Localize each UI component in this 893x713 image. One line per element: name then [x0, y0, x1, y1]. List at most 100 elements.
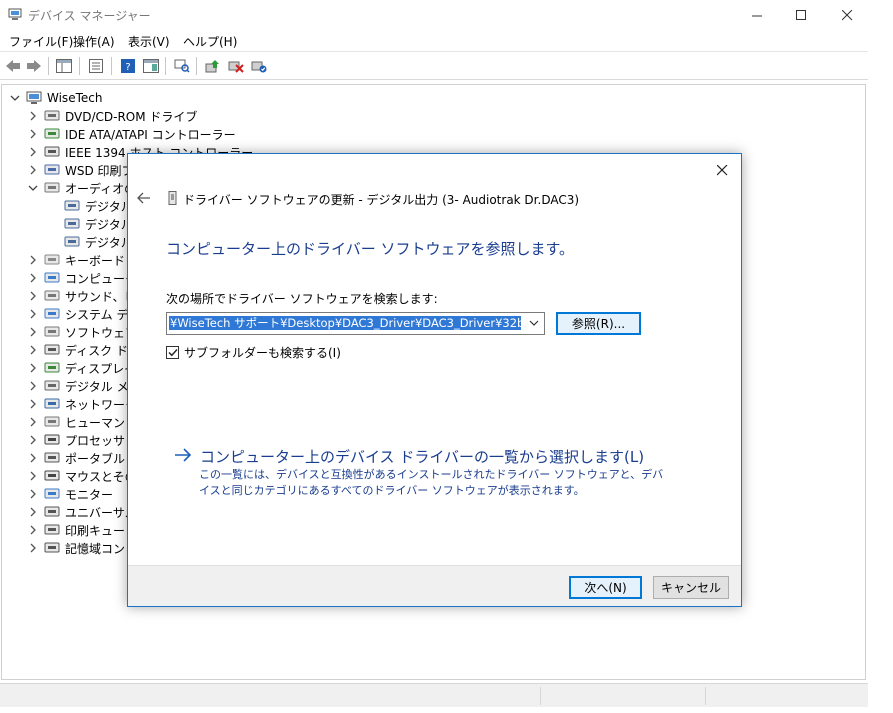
action-pane-icon[interactable] [141, 56, 161, 76]
title-bar: デバイス マネージャー [0, 0, 893, 30]
device-manager-icon [8, 7, 22, 24]
device-category-icon [44, 127, 60, 141]
menu-view[interactable]: 表示(V) [126, 33, 172, 50]
device-category-icon [44, 541, 60, 555]
tree-item-label: WSD 印刷プ [65, 163, 134, 178]
chevron-right-icon[interactable] [28, 417, 38, 427]
toolbar: ? [0, 52, 868, 80]
tree-item-label: 印刷キュー [65, 523, 126, 538]
chevron-down-icon[interactable] [524, 313, 544, 334]
chevron-right-icon[interactable] [28, 255, 38, 265]
chevron-right-icon[interactable] [28, 543, 38, 553]
back-arrow-button[interactable] [136, 190, 152, 206]
device-category-icon [44, 415, 60, 429]
device-category-icon [44, 325, 60, 339]
subfolder-option[interactable]: サブフォルダーも検索する(I) [166, 344, 341, 361]
device-category-icon [44, 361, 60, 375]
search-location-label: 次の場所でドライバー ソフトウェアを検索します: [166, 292, 438, 306]
tree-item-label: ユニバーサル [65, 505, 137, 520]
tree-category-item[interactable]: IDE ATA/ATAPI コントローラー [28, 125, 888, 143]
chevron-right-icon[interactable] [28, 165, 38, 175]
minimize-button[interactable] [734, 0, 780, 30]
back-arrow-icon[interactable] [3, 56, 23, 76]
tree-item-label: プロセッサ [65, 433, 126, 448]
scan-hardware-icon[interactable] [172, 56, 192, 76]
menu-help[interactable]: ヘルプ(H) [181, 33, 239, 50]
device-category-icon [44, 109, 60, 123]
svg-text:?: ? [125, 62, 130, 73]
chevron-right-icon[interactable] [28, 129, 38, 139]
cancel-button[interactable]: キャンセル [653, 576, 729, 599]
chevron-right-icon[interactable] [28, 507, 38, 517]
tree-item-label: デジタル [85, 235, 133, 250]
chevron-right-icon[interactable] [28, 111, 38, 121]
device-icon [168, 191, 177, 208]
menu-bar: ファイル(F) 操作(A) 表示(V) ヘルプ(H) [0, 30, 868, 52]
window-title: デバイス マネージャー [28, 9, 151, 23]
chevron-right-icon[interactable] [28, 345, 38, 355]
chevron-right-icon[interactable] [28, 273, 38, 283]
device-category-icon [44, 343, 60, 357]
maximize-button[interactable] [778, 0, 824, 30]
arrow-right-icon [174, 448, 192, 465]
menu-file[interactable]: ファイル(F) [7, 33, 75, 50]
device-category-icon [44, 253, 60, 267]
chevron-right-icon[interactable] [28, 381, 38, 391]
close-button[interactable] [824, 0, 870, 30]
next-button[interactable]: 次へ(N) [569, 576, 642, 599]
close-icon [716, 164, 727, 175]
subfolder-label: サブフォルダーも検索する(I) [184, 346, 341, 360]
device-category-icon [44, 379, 60, 393]
menu-action[interactable]: 操作(A) [71, 33, 117, 50]
checkmark-icon [168, 349, 178, 357]
device-category-icon [64, 217, 80, 231]
browse-button[interactable]: 参照(R)... [556, 312, 641, 335]
chevron-right-icon[interactable] [28, 291, 38, 301]
enable-device-icon[interactable] [249, 56, 269, 76]
tree-item-label: キーボード [65, 253, 126, 268]
help-icon[interactable]: ? [118, 56, 138, 76]
tree-item-label: デジタル [85, 199, 133, 214]
chevron-down-icon[interactable] [28, 183, 38, 193]
device-category-icon [44, 163, 60, 177]
tree-item-label: IDE ATA/ATAPI コントローラー [65, 127, 236, 142]
tree-root[interactable]: WiseTech [10, 89, 870, 107]
dialog-close-button[interactable] [709, 158, 735, 182]
chevron-right-icon[interactable] [28, 147, 38, 157]
dialog-heading: コンピューター上のドライバー ソフトウェアを参照します。 [166, 240, 574, 258]
tree-category-item[interactable]: DVD/CD-ROM ドライブ [28, 107, 888, 125]
properties-icon[interactable] [86, 56, 106, 76]
pick-from-list-label[interactable]: コンピューター上のデバイス ドライバーの一覧から選択します(L) [200, 446, 644, 467]
device-category-icon [44, 487, 60, 501]
chevron-right-icon[interactable] [28, 525, 38, 535]
chevron-right-icon[interactable] [28, 489, 38, 499]
tree-item-label: モニター [65, 487, 114, 502]
device-category-icon [44, 433, 60, 447]
chevron-right-icon[interactable] [28, 453, 38, 463]
pick-from-list-link[interactable]: コンピューター上のデバイス ドライバーの一覧から選択します(L) [174, 446, 644, 467]
chevron-right-icon[interactable] [28, 363, 38, 373]
device-category-icon [44, 451, 60, 465]
update-driver-icon[interactable] [203, 56, 223, 76]
device-category-icon [44, 145, 60, 159]
chevron-right-icon[interactable] [28, 309, 38, 319]
subfolder-checkbox[interactable] [166, 346, 179, 359]
window-edge [868, 30, 893, 713]
uninstall-device-icon[interactable] [226, 56, 246, 76]
chevron-right-icon[interactable] [28, 435, 38, 445]
chevron-down-icon[interactable] [10, 93, 20, 103]
forward-arrow-icon[interactable] [24, 56, 44, 76]
search-path-combobox[interactable]: ¥WiseTech サポート¥Desktop¥DAC3_Driver¥DAC3_… [166, 312, 545, 335]
console-tree-icon[interactable] [54, 56, 74, 76]
device-category-icon [44, 307, 60, 321]
search-path-value[interactable]: ¥WiseTech サポート¥Desktop¥DAC3_Driver¥DAC3_… [169, 316, 521, 330]
back-arrow-icon [137, 192, 150, 204]
chevron-right-icon[interactable] [28, 471, 38, 481]
chevron-right-icon[interactable] [28, 399, 38, 409]
pick-from-list-description: この一覧には、デバイスと互換性があるインストールされたドライバー ソフトウェアと… [199, 468, 664, 497]
update-driver-dialog: ドライバー ソフトウェアの更新 - デジタル出力 (3- Audiotrak D… [127, 153, 742, 607]
tree-root-label: WiseTech [47, 91, 103, 105]
device-category-icon [44, 181, 60, 195]
chevron-right-icon[interactable] [28, 327, 38, 337]
device-category-icon [44, 397, 60, 411]
